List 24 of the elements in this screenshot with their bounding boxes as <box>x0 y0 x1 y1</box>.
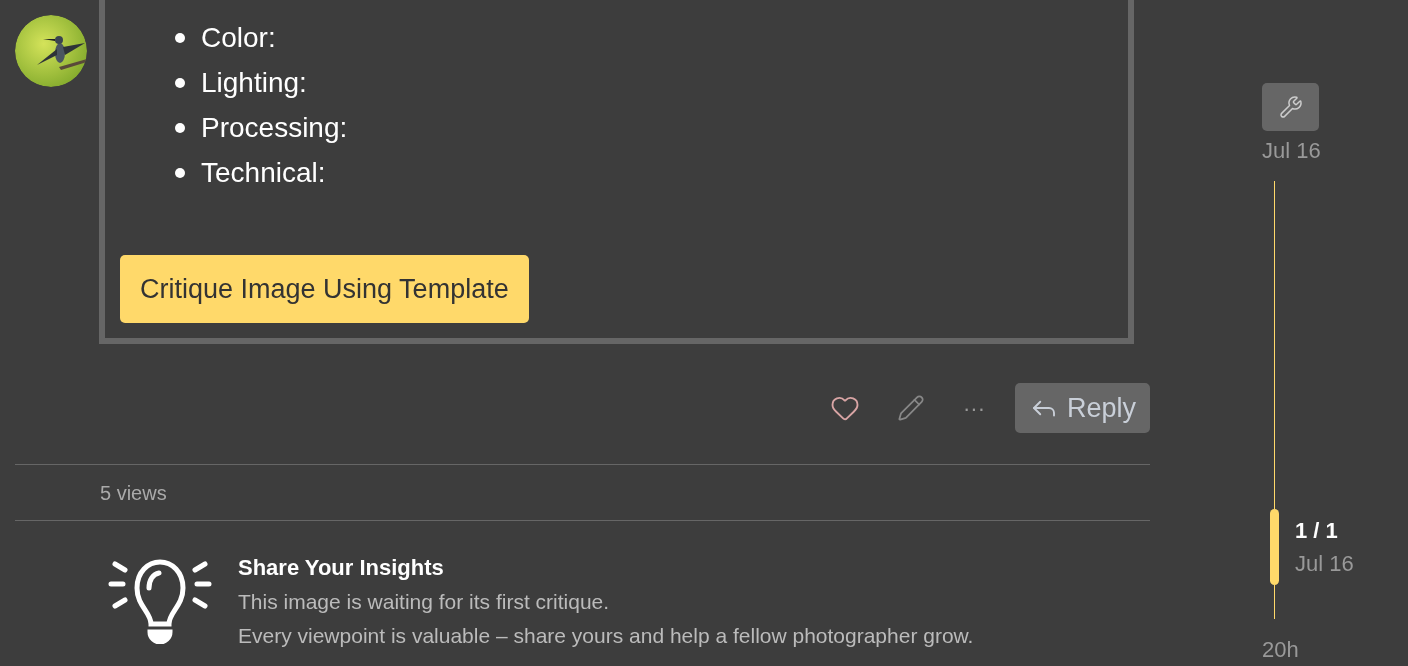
reply-button[interactable]: Reply <box>1014 383 1150 433</box>
insights-text: Every viewpoint is valuable – share yours and help a fellow photographer grow. <box>238 623 974 649</box>
template-item: Technical: <box>201 156 326 190</box>
bullet-icon <box>175 32 185 43</box>
more-button[interactable]: ··· <box>963 391 985 425</box>
template-item: Lighting: <box>201 66 307 100</box>
bullet-icon <box>175 167 185 178</box>
bullet-icon <box>175 122 185 133</box>
critique-button[interactable]: Critique Image Using Template <box>120 255 529 323</box>
bullet-icon <box>175 77 185 88</box>
timeline-end-label: 20h <box>1262 636 1300 664</box>
insights-title: Share Your Insights <box>238 554 445 582</box>
views-count: 5 views <box>100 480 168 506</box>
admin-wrench-button[interactable] <box>1262 83 1319 132</box>
insights-text: This image is waiting for its first critique. <box>238 589 611 615</box>
timeline-track <box>1274 585 1275 619</box>
template-item: Processing: <box>201 111 348 145</box>
edit-icon[interactable] <box>897 394 925 422</box>
post-position: 1 / 1 <box>1295 517 1339 546</box>
position-date: Jul 16 <box>1295 550 1354 579</box>
wrench-icon <box>1278 95 1303 120</box>
template-item: Color: <box>201 21 276 55</box>
timeline-start-date: Jul 16 <box>1262 137 1322 166</box>
timeline-handle[interactable] <box>1270 509 1279 586</box>
